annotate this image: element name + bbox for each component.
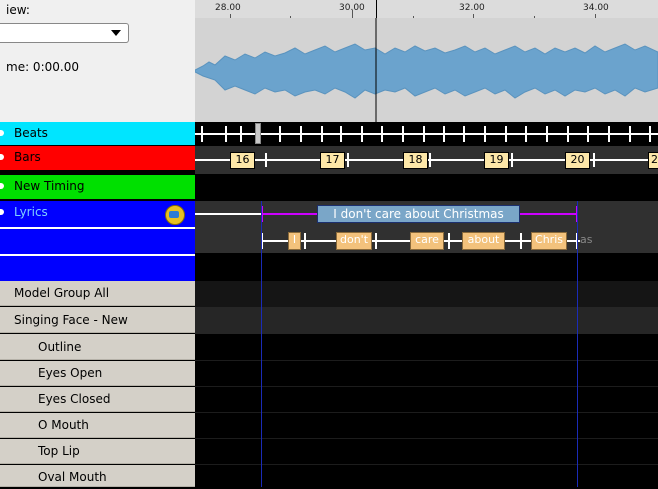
bar-marker[interactable]: 19: [484, 152, 509, 169]
view-label: iew:: [6, 3, 30, 17]
model-name: Model Group All: [14, 286, 110, 300]
divider: [0, 227, 195, 229]
singing-face-icon[interactable]: [165, 205, 185, 225]
track-label-bars[interactable]: Bars: [0, 146, 195, 170]
expand-icon[interactable]: [0, 183, 4, 189]
lyric-start-marker: [261, 201, 262, 487]
track-label-beats[interactable]: Beats: [0, 122, 195, 145]
bar-marker[interactable]: 16: [230, 152, 255, 169]
lyric-lead-line: [195, 213, 262, 215]
ruler-tick-label: 32.00: [459, 3, 485, 13]
model-name: Top Lip: [38, 444, 80, 458]
ruler-tick-label: 34.00: [583, 3, 609, 13]
divider: [0, 254, 195, 256]
track-label-lyrics[interactable]: Lyrics: [0, 201, 195, 226]
model-row-oval-mouth[interactable]: Oval Mouth: [0, 465, 195, 487]
model-row-outline[interactable]: Outline: [0, 334, 195, 360]
track-name: New Timing: [14, 179, 85, 193]
model-row-singing-face[interactable]: Singing Face - New: [0, 307, 195, 333]
view-panel: iew: me: 0:00.00: [0, 0, 195, 122]
view-select[interactable]: [0, 23, 129, 43]
model-name: Eyes Closed: [38, 392, 111, 406]
lyric-word-overflow: as: [580, 233, 593, 246]
waveform[interactable]: [194, 18, 658, 122]
model-row-top-lip[interactable]: Top Lip: [0, 439, 195, 464]
bar-marker[interactable]: 20: [565, 152, 590, 169]
lyric-word[interactable]: I: [288, 232, 301, 250]
beat-selected-handle[interactable]: [255, 123, 261, 144]
expand-icon[interactable]: [0, 130, 4, 136]
bar-marker[interactable]: 18: [403, 152, 428, 169]
lyric-phrase[interactable]: I don't care about Christmas: [317, 205, 520, 223]
model-name: Outline: [38, 340, 82, 354]
model-group-all-row[interactable]: [195, 281, 658, 307]
track-label-new-timing[interactable]: New Timing: [0, 175, 195, 199]
expand-icon[interactable]: [0, 209, 4, 215]
time-ruler[interactable]: 28.00 30.00 32.00 34.00: [195, 0, 658, 19]
track-name: Lyrics: [14, 205, 48, 219]
lyric-word[interactable]: about: [462, 232, 505, 250]
bar-marker[interactable]: 17: [320, 152, 345, 169]
lyric-end-marker: [577, 201, 578, 487]
model-name: Eyes Open: [38, 366, 103, 380]
lyric-word[interactable]: don't: [336, 232, 372, 250]
model-row-eyes-closed[interactable]: Eyes Closed: [0, 387, 195, 412]
model-name: Singing Face - New: [14, 313, 128, 327]
ruler-tick-label: 28.00: [215, 3, 241, 13]
new-timing-row[interactable]: [195, 174, 658, 201]
lyric-word[interactable]: care: [410, 232, 444, 250]
singing-face-row[interactable]: [195, 307, 658, 334]
expand-icon[interactable]: [0, 154, 4, 160]
waveform-graphic: [194, 18, 658, 122]
model-row-o-mouth[interactable]: O Mouth: [0, 413, 195, 438]
lyric-word[interactable]: Chris: [531, 232, 567, 250]
bar-marker[interactable]: 2: [648, 152, 658, 169]
track-name: Bars: [14, 150, 41, 164]
chevron-down-icon: [111, 30, 121, 36]
lyrics-phoneme-row[interactable]: [195, 253, 658, 281]
effects-grid[interactable]: 16 17 18 19 20 2 I don't care about Chri…: [195, 122, 658, 487]
model-name: Oval Mouth: [38, 470, 107, 484]
time-display: me: 0:00.00: [6, 60, 79, 74]
model-row-eyes-open[interactable]: Eyes Open: [0, 361, 195, 386]
model-row-group-all[interactable]: Model Group All: [0, 281, 195, 306]
track-name: Beats: [14, 126, 48, 140]
model-name: O Mouth: [38, 418, 89, 432]
